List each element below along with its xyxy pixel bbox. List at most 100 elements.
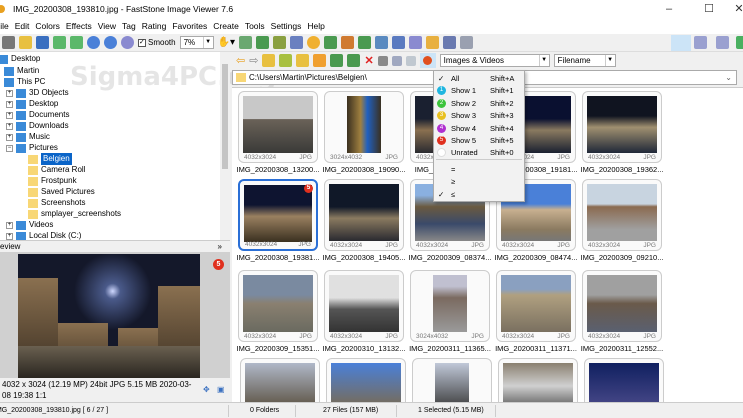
thumbnail-frame[interactable]: 4032x3024JPG (324, 179, 404, 251)
zoom-select[interactable]: 7%▼ (180, 36, 214, 49)
up-folder-icon[interactable] (262, 54, 275, 67)
tree-item[interactable]: Desktop (0, 53, 40, 65)
minimize-button[interactable]: – (654, 0, 684, 18)
expand-icon[interactable]: + (6, 101, 13, 108)
layout-1-button[interactable] (671, 35, 691, 51)
rotate-right-icon[interactable] (358, 36, 371, 49)
slideshow-icon[interactable] (239, 36, 252, 49)
thumbnail-item[interactable]: 3024x4032JPGIMG_20200308_19090... (322, 91, 406, 174)
tag-check-icon[interactable] (460, 36, 473, 49)
save-icon[interactable] (36, 36, 49, 49)
menu-favorites[interactable]: Favorites (169, 21, 210, 31)
thumbnail-frame[interactable]: 4032x3024JPG (582, 270, 662, 342)
next-icon[interactable] (70, 36, 83, 49)
thumbnail-frame[interactable]: 54032x3024JPG (238, 179, 318, 251)
move-to-icon[interactable] (273, 36, 286, 49)
rating-menu-item[interactable]: 5Show 5Shift+5 (434, 135, 524, 147)
thumbnail-frame[interactable]: 4032x3024JPG (582, 91, 662, 163)
rating-menu-item[interactable]: UnratedShift+0 (434, 147, 524, 159)
thumbnail-item[interactable]: 4032x3024JPGIMG_20200309_09210... (580, 179, 664, 262)
menu-view[interactable]: View (95, 21, 119, 31)
thumbnail-frame[interactable] (412, 358, 492, 408)
maximize-button[interactable]: ☐ (694, 0, 724, 18)
thumbnail-item[interactable]: 4032x3024JPGIMG_20200311_11371... (494, 270, 578, 353)
move-icon[interactable] (347, 54, 360, 67)
camera-icon[interactable] (2, 36, 15, 49)
copy-icon[interactable] (330, 54, 343, 67)
thumbnail-item[interactable]: 4032x3024JPGIMG_20200309_15351... (236, 270, 320, 353)
expand-icon[interactable]: + (6, 90, 13, 97)
menu-help[interactable]: Help (304, 21, 327, 31)
expand-icon[interactable]: + (6, 112, 13, 119)
menu-create[interactable]: Create (210, 21, 242, 31)
thumbnails-view-icon[interactable] (392, 56, 402, 66)
sort-select[interactable]: Filename▼ (554, 54, 616, 67)
fit-icon[interactable]: ✥ (203, 384, 210, 395)
thumbnail-frame[interactable]: 4032x3024JPG (238, 91, 318, 163)
thumbnail-frame[interactable]: 4032x3024JPG (496, 270, 576, 342)
file-type-select[interactable]: Images & Videos▼ (440, 54, 550, 67)
compare-menu-item[interactable]: ≥ (434, 176, 524, 188)
thumbnail-item[interactable]: 54032x3024JPGIMG_20200308_19381... (236, 179, 320, 262)
rating-menu-item[interactable]: ✓AllShift+A (434, 73, 524, 85)
email-icon[interactable] (426, 36, 439, 49)
previous-icon[interactable] (53, 36, 66, 49)
thumbnail-frame[interactable]: 3024x4032JPG (410, 270, 490, 342)
zoom-out-icon[interactable] (104, 36, 117, 49)
close-button[interactable]: ✕ (724, 0, 743, 18)
menu-settings[interactable]: Settings (268, 21, 305, 31)
new-folder-icon[interactable] (296, 54, 309, 67)
batch-icon[interactable] (392, 36, 405, 49)
folder-icon[interactable] (279, 54, 292, 67)
expand-icon[interactable]: + (6, 134, 13, 141)
delete-icon[interactable]: ✕ (364, 54, 373, 67)
menu-edit[interactable]: Edit (12, 21, 33, 31)
rotate-left-icon[interactable] (341, 36, 354, 49)
expand-icon[interactable]: + (6, 123, 13, 130)
copy-to-icon[interactable] (256, 36, 269, 49)
rating-menu-item[interactable]: 2Show 2Shift+2 (434, 98, 524, 110)
thumbnail-frame[interactable] (498, 358, 578, 408)
actual-size-icon[interactable] (121, 36, 134, 49)
compare-menu-item[interactable]: = (434, 164, 524, 176)
forward-icon[interactable]: ⇨ (249, 54, 258, 67)
thumbnail-frame[interactable] (240, 358, 320, 408)
resize-icon[interactable] (375, 36, 388, 49)
menu-tag[interactable]: Tag (119, 21, 139, 31)
compare-icon[interactable] (290, 36, 303, 49)
compare-menu-item[interactable]: ✓≤ (434, 189, 524, 201)
back-icon[interactable]: ⇦ (236, 54, 245, 67)
expand-icon[interactable]: − (6, 145, 13, 152)
tree-item[interactable]: +Local Disk (C:) (6, 230, 81, 240)
menu-effects[interactable]: Effects (63, 21, 95, 31)
layout-3-button[interactable] (716, 36, 729, 49)
rating-menu-item[interactable]: 4Show 4Shift+4 (434, 123, 524, 135)
menu-colors[interactable]: Colors (32, 21, 63, 31)
menu-rating[interactable]: Rating (139, 21, 170, 31)
thumbnail-item[interactable]: 4032x3024JPGIMG_20200308_19405... (322, 179, 406, 262)
settings-gear-icon[interactable] (307, 36, 320, 49)
thumbnail-item[interactable]: 4032x3024JPGIMG_20200310_13132... (322, 270, 406, 353)
expand-icon[interactable]: + (6, 233, 13, 240)
zoom-in-icon[interactable] (87, 36, 100, 49)
thumbnail-frame[interactable]: 3024x4032JPG (324, 91, 404, 163)
menu-file[interactable]: File (0, 21, 12, 31)
thumbnail-frame[interactable]: 4032x3024JPG (238, 270, 318, 342)
layout-2-button[interactable] (694, 36, 707, 49)
tree-scrollbar[interactable] (220, 52, 230, 240)
scanner-icon[interactable] (409, 36, 422, 49)
fullscreen-icon[interactable]: ▣ (217, 384, 225, 395)
menu-tools[interactable]: Tools (242, 21, 268, 31)
open-folder-icon[interactable] (19, 36, 32, 49)
hand-tool-icon[interactable]: ✋▾ (218, 37, 235, 48)
smooth-checkbox[interactable]: ✓Smooth (138, 38, 176, 47)
wallpaper-icon[interactable] (324, 36, 337, 49)
rating-filter-button[interactable] (420, 53, 436, 68)
expand-icon[interactable]: + (6, 222, 13, 229)
layout-4-button[interactable] (736, 36, 743, 49)
thumbnail-item[interactable]: 4032x3024JPGIMG_20200308_13200... (236, 91, 320, 174)
rating-menu-item[interactable]: 1Show 1Shift+1 (434, 85, 524, 97)
thumbnail-frame[interactable]: 4032x3024JPG (324, 270, 404, 342)
thumbnail-item[interactable]: 3024x4032JPGIMG_20200311_11365... (408, 270, 492, 353)
favorites-icon[interactable] (313, 54, 326, 67)
